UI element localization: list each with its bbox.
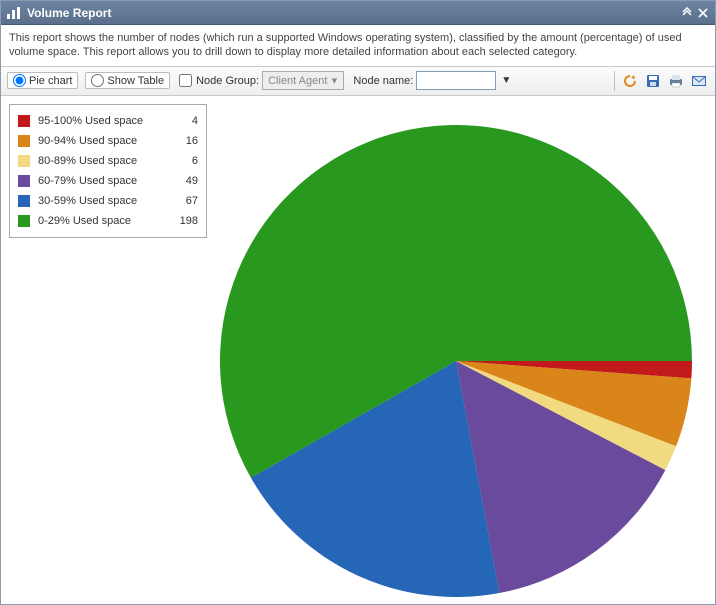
close-icon[interactable]: [697, 7, 709, 19]
legend-label: 90-94% Used space: [38, 135, 168, 147]
legend-item[interactable]: 60-79% Used space49: [18, 171, 198, 191]
legend-label: 60-79% Used space: [38, 175, 168, 187]
legend-value: 16: [168, 135, 198, 147]
legend-item[interactable]: 80-89% Used space6: [18, 151, 198, 171]
node-name-dropdown-icon[interactable]: ▼: [501, 75, 511, 86]
node-group-selected: Client Agent: [268, 75, 327, 87]
pie-chart: [211, 116, 701, 604]
view-table-label: Show Table: [107, 75, 164, 87]
chevron-down-icon: ▾: [327, 74, 341, 87]
report-window: Volume Report This report shows the numb…: [0, 0, 716, 605]
legend-swatch: [18, 135, 30, 147]
legend-item[interactable]: 95-100% Used space4: [18, 111, 198, 131]
titlebar-controls: [681, 7, 709, 19]
legend-label: 30-59% Used space: [38, 195, 168, 207]
legend-value: 4: [168, 115, 198, 127]
window-title: Volume Report: [27, 6, 111, 20]
toolbar: Pie chart Show Table Node Group: Client …: [1, 66, 715, 96]
legend-item[interactable]: 0-29% Used space198: [18, 211, 198, 231]
legend-swatch: [18, 175, 30, 187]
report-icon: [7, 7, 21, 19]
chart-area: 95-100% Used space490-94% Used space1680…: [1, 96, 715, 604]
email-button[interactable]: [689, 71, 709, 91]
view-table-radio[interactable]: Show Table: [85, 72, 170, 89]
legend-label: 0-29% Used space: [38, 215, 168, 227]
legend-value: 6: [168, 155, 198, 167]
legend-value: 49: [168, 175, 198, 187]
node-name-label: Node name:: [353, 75, 413, 87]
legend-swatch: [18, 195, 30, 207]
titlebar-left: Volume Report: [7, 6, 111, 20]
view-pie-radio[interactable]: Pie chart: [7, 72, 78, 89]
print-button[interactable]: [666, 71, 686, 91]
toolbar-separator: [614, 71, 615, 91]
save-button[interactable]: [643, 71, 663, 91]
legend-label: 80-89% Used space: [38, 155, 168, 167]
legend-item[interactable]: 90-94% Used space16: [18, 131, 198, 151]
view-table-input[interactable]: [91, 74, 104, 87]
legend: 95-100% Used space490-94% Used space1680…: [9, 104, 207, 238]
view-pie-input[interactable]: [13, 74, 26, 87]
legend-value: 67: [168, 195, 198, 207]
legend-swatch: [18, 155, 30, 167]
legend-label: 95-100% Used space: [38, 115, 168, 127]
legend-swatch: [18, 215, 30, 227]
node-group-select[interactable]: Client Agent ▾: [262, 71, 344, 90]
node-group-checkbox-input[interactable]: [179, 74, 192, 87]
legend-item[interactable]: 30-59% Used space67: [18, 191, 198, 211]
node-group-label: Node Group:: [196, 75, 259, 87]
node-group-checkbox[interactable]: Node Group:: [179, 74, 259, 87]
view-pie-label: Pie chart: [29, 75, 72, 87]
titlebar: Volume Report: [1, 1, 715, 25]
node-name-input[interactable]: [416, 71, 496, 90]
legend-swatch: [18, 115, 30, 127]
refresh-button[interactable]: [620, 71, 640, 91]
legend-value: 198: [168, 215, 198, 227]
collapse-icon[interactable]: [681, 7, 693, 19]
report-description: This report shows the number of nodes (w…: [1, 25, 715, 66]
